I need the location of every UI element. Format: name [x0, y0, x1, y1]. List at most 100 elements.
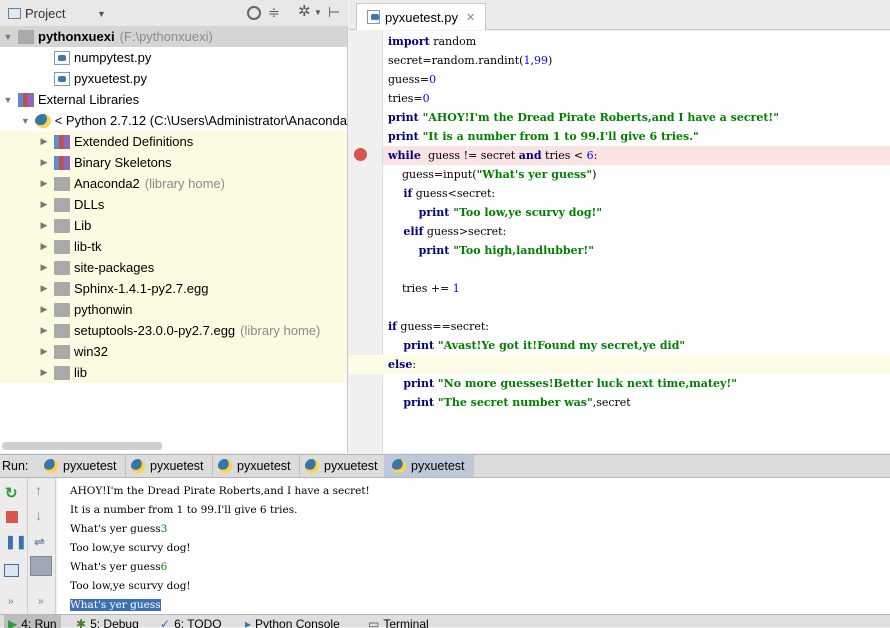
scroll-to-end-icon[interactable]	[30, 556, 52, 576]
code-token: random	[429, 35, 477, 48]
stop-icon[interactable]	[6, 511, 18, 523]
expand-arrow-icon[interactable]: ▶	[38, 283, 50, 294]
chevron-down-icon[interactable]: ▼	[97, 9, 106, 19]
tree-item[interactable]: ▶ Extended Definitions	[0, 131, 347, 152]
tree-item-path: (F:\pythonxuexi)	[119, 29, 213, 44]
editor-gutter[interactable]	[349, 31, 383, 453]
code-token: print	[388, 206, 454, 219]
code-line: guess=0	[388, 70, 436, 89]
expand-arrow-icon[interactable]: ▶	[38, 178, 50, 189]
python-icon	[131, 459, 145, 473]
editor-tab-pyxuetest[interactable]: pyxuetest.py ✕	[356, 3, 487, 30]
more-icon[interactable]: »	[8, 596, 14, 607]
expand-arrow-icon[interactable]: ▶	[38, 199, 50, 210]
tree-item[interactable]: ▶ lib-tk	[0, 236, 347, 257]
expand-arrow-icon[interactable]: ▼	[20, 116, 31, 126]
run-tab[interactable]: pyxuetest	[210, 455, 300, 477]
arrow-up-icon[interactable]: ↑	[35, 482, 42, 498]
run-tab[interactable]: pyxuetest	[36, 455, 126, 477]
console-user-input: 3	[160, 523, 168, 535]
expand-arrow-icon[interactable]: ▶	[38, 262, 50, 273]
horizontal-scrollbar[interactable]	[2, 442, 162, 450]
code-line: print "Avast!Ye got it!Found my secret,y…	[388, 336, 685, 355]
layout-icon[interactable]	[4, 564, 19, 577]
arrow-down-icon[interactable]: ↓	[35, 507, 42, 523]
run-tab[interactable]: pyxuetest	[297, 455, 387, 477]
expand-arrow-icon[interactable]: ▶	[38, 367, 50, 378]
code-token: :	[593, 149, 598, 162]
tool-window-tab[interactable]: ✓ 6: TODO	[160, 615, 222, 628]
soft-wrap-icon[interactable]: ⇌	[34, 534, 45, 550]
hide-panel-icon[interactable]: ⊢	[328, 4, 340, 20]
tree-item[interactable]: ▶ Sphinx-1.4.1-py2.7.egg	[0, 278, 347, 299]
code-token: 99	[533, 54, 548, 67]
more-icon-2[interactable]: »	[38, 596, 44, 607]
folder-icon	[54, 302, 70, 317]
run-tab[interactable]: pyxuetest	[384, 455, 474, 477]
tree-item[interactable]: ▶ site-packages	[0, 257, 347, 278]
tool-window-tab[interactable]: ▭ Terminal	[368, 615, 429, 628]
code-line: print "AHOY!I'm the Dread Pirate Roberts…	[388, 108, 779, 127]
folder-icon	[54, 197, 70, 212]
tree-item[interactable]: ▼ pythonxuexi (F:\pythonxuexi)	[0, 26, 347, 47]
tree-item-label: DLLs	[74, 197, 105, 212]
code-token: "Too low,ye scurvy dog!"	[453, 206, 603, 219]
expand-arrow-icon[interactable]: ▶	[38, 304, 50, 315]
tree-item-label: site-packages	[74, 260, 155, 275]
expand-arrow-icon[interactable]: ▶	[38, 241, 50, 252]
code-token: secret=random.randint(	[388, 54, 524, 67]
tool-window-label: 6: TODO	[174, 617, 222, 628]
pause-icon[interactable]: ❚❚	[5, 534, 27, 550]
expand-arrow-icon[interactable]: ▶	[38, 346, 50, 357]
code-token: print	[388, 339, 438, 352]
tree-item[interactable]: ▶ DLLs	[0, 194, 347, 215]
code-token: guess<secret:	[412, 187, 496, 200]
tree-item[interactable]: ▶ Anaconda2 (library home)	[0, 173, 347, 194]
code-token: print	[388, 244, 454, 257]
expand-arrow-icon[interactable]: ▶	[38, 220, 50, 231]
tree-item[interactable]: ▼ < Python 2.7.12 (C:\Users\Administrator…	[0, 110, 347, 131]
expand-arrow-icon[interactable]: ▶	[38, 325, 50, 336]
tree-item-label: Anaconda2	[74, 176, 140, 191]
breakpoint-icon[interactable]	[354, 148, 367, 161]
project-panel-title: Project	[25, 6, 66, 21]
tool-window-label: Terminal	[383, 617, 429, 628]
tree-item[interactable]: ▶ Binary Skeletons	[0, 152, 347, 173]
rerun-icon[interactable]: ↻	[5, 484, 18, 502]
tool-window-tab[interactable]: ▸ Python Console	[245, 615, 340, 628]
tree-item[interactable]: ▶ pythonwin	[0, 299, 347, 320]
code-token: "Too high,landlubber!"	[453, 244, 594, 257]
folder-icon	[54, 176, 70, 191]
tree-item[interactable]: pyxuetest.py	[0, 68, 347, 89]
folder-icon	[54, 260, 70, 275]
python-icon	[392, 459, 406, 473]
tool-window-tab[interactable]: ▶ 4: Run	[4, 615, 61, 628]
close-icon[interactable]: ✕	[466, 11, 475, 24]
collapse-icon[interactable]: ≑	[268, 5, 280, 19]
expand-arrow-icon[interactable]: ▶	[38, 157, 50, 168]
tree-item[interactable]: ▶ win32	[0, 341, 347, 362]
gear-icon[interactable]: ✲	[298, 4, 311, 20]
tree-item[interactable]: ▶ Lib	[0, 215, 347, 236]
gear-dropdown-icon[interactable]: ▼	[314, 8, 322, 17]
code-token: "No more guesses!Better luck next time,m…	[437, 377, 737, 390]
tool-window-tab[interactable]: ✱ 5: Debug	[76, 615, 139, 628]
project-view-selector[interactable]: Project ▼	[8, 6, 106, 21]
expand-arrow-icon[interactable]: ▶	[38, 136, 50, 147]
tree-item[interactable]: ▶ lib	[0, 362, 347, 383]
tree-item[interactable]: ▼ External Libraries	[0, 89, 347, 110]
code-token: 1	[452, 282, 460, 295]
run-tab-label: pyxuetest	[411, 459, 465, 473]
expand-arrow-icon[interactable]: ▼	[2, 32, 14, 42]
tree-item[interactable]: ▶ setuptools-23.0.0-py2.7.egg (library hom…	[0, 320, 347, 341]
code-token: else	[388, 358, 413, 371]
sync-icon[interactable]	[247, 6, 261, 20]
console-text: What's yer guess	[70, 599, 161, 611]
run-tab[interactable]: pyxuetest	[123, 455, 213, 477]
folder-icon	[54, 323, 70, 338]
expand-arrow-icon[interactable]: ▼	[2, 95, 14, 105]
python-file-icon	[54, 50, 70, 65]
code-token: print	[388, 111, 423, 124]
tree-item[interactable]: numpytest.py	[0, 47, 347, 68]
code-token: tries +=	[388, 282, 453, 295]
